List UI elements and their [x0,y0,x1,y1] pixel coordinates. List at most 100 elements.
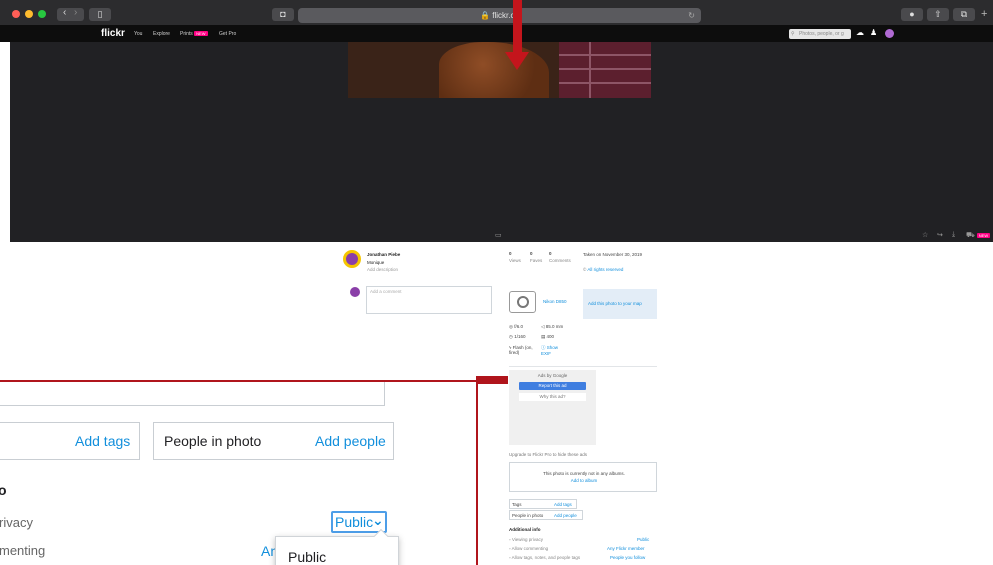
cart-new-badge: NEW [976,233,991,238]
why-ad-label: Why this ad? [539,394,566,399]
zoom-add-people-link[interactable]: Add people [315,433,386,449]
zoom-people-label: People in photo [164,433,262,449]
nav-prints[interactable]: Prints NEW [180,31,208,37]
people-box: People in photo Add people [509,510,583,520]
reload-icon[interactable]: ↻ [688,8,695,23]
iso: ▤ 400 [541,334,555,339]
people-label: People in photo [512,513,544,518]
faves-count: 0 [530,251,533,256]
focal-length: ◁ 85.0 mm [541,324,564,329]
copyright-icon: © [583,267,587,272]
zoom-callout: Add tags People in photo Add people o ri… [0,380,478,565]
why-ad-button[interactable]: Why this ad? [519,393,586,401]
brick-line [559,54,651,56]
nav-explore[interactable]: Explore [153,31,170,37]
prints-new-badge: NEW [194,31,208,36]
camera-model[interactable]: Nikon D850 [543,299,567,304]
close-window-button[interactable] [12,10,20,18]
camera-icon [509,291,536,313]
download-icon[interactable]: ⤓ [952,231,955,239]
show-exif-link[interactable]: ⓘ Show EXIF [541,345,566,356]
comments-count: 0 [549,251,552,256]
shield-icon[interactable]: ◘ [272,8,294,21]
upload-icon[interactable]: ☁ [856,28,864,37]
lock-icon: 🔒 [480,11,491,20]
albums-box: This photo is currently not in any album… [509,462,657,492]
minimize-window-button[interactable] [25,10,33,18]
back-forward-buttons[interactable]: ‹ › [57,7,84,21]
viewing-privacy-value[interactable]: Public [637,537,649,542]
comment-box[interactable]: Add a comment [366,286,492,314]
forward-icon[interactable]: › [74,7,77,18]
lightbox-icon[interactable]: ▭ [495,231,502,239]
commenter-avatar [350,287,360,297]
new-tab-icon[interactable]: + [981,8,987,20]
rights-link[interactable]: © All rights reserved [583,267,623,272]
allow-commenting-label: ▫ Allow commenting [509,546,549,551]
zoom-albums-box-edge [0,382,385,406]
zoom-privacy-dropdown: Public [275,528,399,565]
zoom-tags-box: Add tags [0,422,140,460]
rights-text: All rights reserved [587,267,624,272]
zoom-privacy-value: Public [335,514,374,530]
nav-get-pro[interactable]: Get Pro [219,31,236,37]
report-ad-button[interactable]: Report this ad [519,382,586,390]
annotation-arrow-head [505,52,529,70]
allow-tags-label: ▫ Allow tags, notes, and people tags [509,555,581,560]
brick-line [559,68,651,70]
albums-text: This photo is currently not in any album… [543,471,625,476]
comment-placeholder: Add a comment [370,289,402,294]
search-icon: ⚲ [791,31,795,37]
add-to-album-link[interactable]: Add to album [510,478,658,483]
shutter: ◷ 1/160 [509,334,526,339]
sidebar-icon[interactable]: ▯ [89,8,111,21]
share-photo-icon[interactable]: ↪ [937,231,943,239]
dropdown-option-public[interactable]: Public [288,549,326,565]
back-icon[interactable]: ‹ [63,7,66,18]
share-icon[interactable]: ⇧ [927,8,949,21]
zoom-add-tags-link[interactable]: Add tags [75,433,130,449]
comments-label: Comments [549,258,571,263]
nav-prints-label: Prints [180,31,193,37]
annotation-arrow [513,0,522,54]
zoom-privacy-label: rivacy [0,515,33,530]
tags-permission-value[interactable]: People you follow [610,555,645,560]
flickr-logo[interactable]: flickr [101,28,125,39]
flash: ϟ Flash (on, fired) [509,345,533,355]
main-photo[interactable] [348,42,651,98]
add-people-link[interactable]: Add people [554,513,577,518]
additional-info-title: Additional info [509,527,541,532]
search-input[interactable]: ⚲ Photos, people, or g [789,29,851,39]
map-box[interactable]: Add this photo to your map [583,289,657,319]
favorite-icon[interactable]: ☆ [922,231,928,239]
report-ad-label: Report this ad [538,383,567,388]
tabs-icon[interactable]: ⧉ [953,8,975,21]
add-description[interactable]: Add description [367,267,398,272]
taken-on[interactable]: Taken on November 30, 2019 [583,252,642,257]
commenting-value[interactable]: Any Flickr member [607,546,645,551]
add-tags-link[interactable]: Add tags [554,502,572,507]
zoom-section-title: o [0,482,7,498]
owner-avatar[interactable] [343,250,361,268]
cart-button[interactable]: ⛟ NEW [966,231,991,240]
zoom-commenting-label: menting [0,543,46,558]
add-to-map-link[interactable]: Add this photo to your map [588,301,642,306]
notifications-icon[interactable]: ♟ [870,28,877,37]
owner-name[interactable]: Jonathan Piebe [367,252,400,257]
photo-subject [439,42,549,98]
tags-label: Tags [512,502,522,507]
info-icon[interactable]: ● [901,8,923,21]
brick-line [589,42,591,98]
upgrade-text[interactable]: Upgrade to Flickr Pro to hide these ads [509,452,587,457]
avatar[interactable] [885,29,894,38]
address-bar[interactable]: 🔒 flickr.co ↻ [298,8,701,23]
viewing-privacy-label: ▫ Viewing privacy [509,537,544,542]
zoom-window-button[interactable] [38,10,46,18]
aperture: ◎ f/6.0 [509,324,523,329]
chevron-down-icon: ⌄ [372,512,384,528]
search-placeholder: Photos, people, or g [799,31,844,37]
photo-title[interactable]: Monique [367,260,384,265]
nav-you[interactable]: You [134,31,142,37]
cart-icon: ⛟ [966,232,975,239]
zoom-connector [476,376,508,384]
